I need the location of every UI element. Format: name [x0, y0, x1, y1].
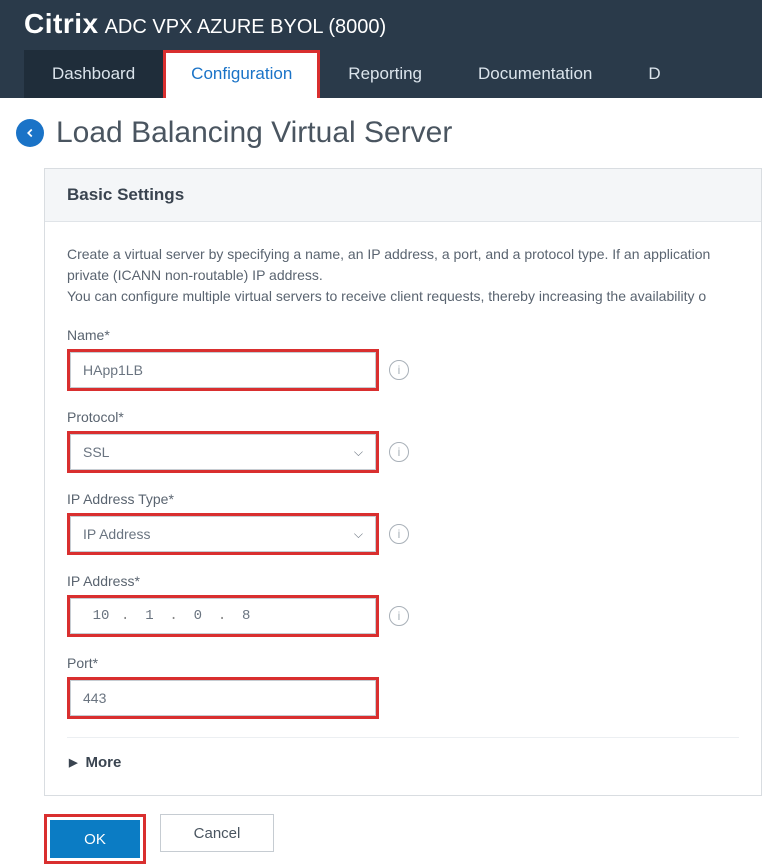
ip-dot: .	[121, 608, 129, 624]
chevron-down-icon: ⌵	[354, 445, 363, 460]
ip-type-label: IP Address Type*	[67, 491, 739, 507]
basic-settings-panel: Basic Settings Create a virtual server b…	[44, 168, 762, 796]
ip-octet-4[interactable]: 8	[228, 608, 264, 624]
field-ip: IP Address* 10 . 1 . 0 . 8 i	[67, 573, 739, 637]
desc-line1: Create a virtual server by specifying a …	[67, 246, 710, 262]
page-title: Load Balancing Virtual Server	[56, 116, 452, 150]
page-title-row: Load Balancing Virtual Server	[16, 116, 762, 150]
field-ip-type: IP Address Type* IP Address ⌵ i	[67, 491, 739, 555]
desc-line2: private (ICANN non-routable) IP address.	[67, 267, 323, 283]
header-bar: Citrix ADC VPX AZURE BYOL (8000) Dashboa…	[0, 0, 762, 98]
ip-dot: .	[218, 608, 226, 624]
ip-dot: .	[169, 608, 177, 624]
field-name: Name* i	[67, 327, 739, 391]
field-port: Port*	[67, 655, 739, 719]
brand-sub: ADC VPX AZURE BYOL (8000)	[105, 16, 387, 39]
panel-header: Basic Settings	[45, 169, 761, 222]
name-input[interactable]	[70, 352, 376, 388]
back-button[interactable]	[16, 119, 44, 147]
ip-octet-2[interactable]: 1	[131, 608, 167, 624]
port-input[interactable]	[70, 680, 376, 716]
info-icon[interactable]: i	[389, 442, 409, 462]
name-label: Name*	[67, 327, 739, 343]
protocol-select[interactable]: SSL ⌵	[70, 434, 376, 470]
more-label: More	[85, 754, 121, 771]
triangle-right-icon: ▶	[69, 756, 77, 769]
panel-body: Create a virtual server by specifying a …	[45, 222, 761, 795]
chevron-down-icon: ⌵	[354, 527, 363, 542]
brand: Citrix ADC VPX AZURE BYOL (8000)	[24, 8, 738, 50]
ip-type-value: IP Address	[83, 526, 150, 542]
tab-d-partial[interactable]: D	[620, 50, 688, 98]
more-toggle[interactable]: ▶ More	[67, 737, 739, 787]
ok-highlight: OK	[44, 814, 146, 864]
tab-dashboard[interactable]: Dashboard	[24, 50, 163, 98]
ip-type-select[interactable]: IP Address ⌵	[70, 516, 376, 552]
info-icon[interactable]: i	[389, 606, 409, 626]
info-icon[interactable]: i	[389, 360, 409, 380]
field-protocol: Protocol* SSL ⌵ i	[67, 409, 739, 473]
ok-button[interactable]: OK	[50, 820, 140, 858]
brand-name: Citrix	[24, 8, 99, 40]
ip-label: IP Address*	[67, 573, 739, 589]
protocol-value: SSL	[83, 444, 109, 460]
nav-tabs: Dashboard Configuration Reporting Docume…	[24, 50, 738, 98]
port-label: Port*	[67, 655, 739, 671]
button-row: OK Cancel	[44, 814, 762, 864]
desc-line3: You can configure multiple virtual serve…	[67, 288, 706, 304]
page-body: Load Balancing Virtual Server Basic Sett…	[0, 98, 762, 864]
cancel-button[interactable]: Cancel	[160, 814, 274, 852]
ip-octet-3[interactable]: 0	[180, 608, 216, 624]
ip-input[interactable]: 10 . 1 . 0 . 8	[70, 598, 376, 634]
tab-reporting[interactable]: Reporting	[320, 50, 450, 98]
tab-documentation[interactable]: Documentation	[450, 50, 620, 98]
protocol-label: Protocol*	[67, 409, 739, 425]
ip-octet-1[interactable]: 10	[83, 608, 119, 624]
info-icon[interactable]: i	[389, 524, 409, 544]
arrow-left-icon	[23, 126, 37, 140]
tab-configuration[interactable]: Configuration	[163, 50, 320, 98]
panel-description: Create a virtual server by specifying a …	[67, 244, 739, 307]
